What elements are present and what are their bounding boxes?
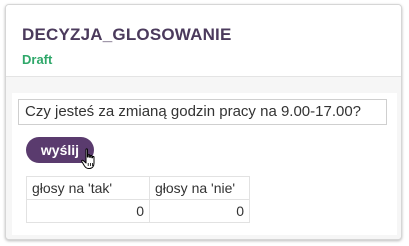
hand-pointer-icon (81, 148, 95, 169)
table-row: 0 0 (26, 199, 250, 223)
status-badge: Draft (22, 52, 53, 67)
header-yes-votes: głosy na 'tak' (26, 176, 150, 200)
no-votes-count: 0 (149, 199, 250, 223)
question-field[interactable]: Czy jesteś za zmianą godzin pracy na 9.0… (18, 99, 387, 125)
card-title: DECYZJA_GLOSOWANIE (22, 25, 232, 44)
card-header: DECYZJA_GLOSOWANIE Draft (6, 5, 401, 77)
results-table: głosy na 'tak' głosy na 'nie' 0 0 (26, 176, 250, 223)
table-header-row: głosy na 'tak' głosy na 'nie' (26, 176, 250, 200)
yes-votes-count: 0 (26, 199, 150, 223)
header-no-votes: głosy na 'nie' (149, 176, 250, 200)
